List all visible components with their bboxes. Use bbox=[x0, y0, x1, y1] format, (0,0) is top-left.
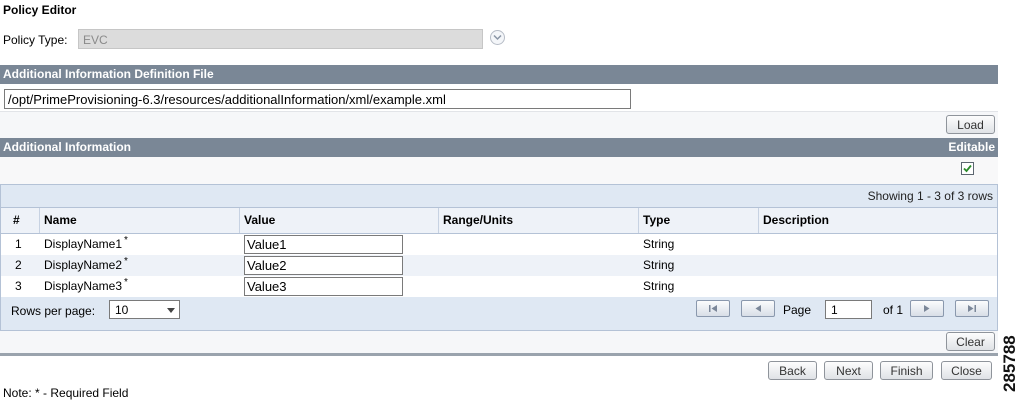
row-number: 2 bbox=[15, 258, 22, 272]
finish-button[interactable]: Finish bbox=[880, 361, 933, 380]
table-header: # Name Value Range/Units Type Descriptio… bbox=[1, 207, 997, 234]
row-count-text: Showing 1 - 3 of 3 rows bbox=[867, 189, 993, 203]
row-range bbox=[439, 255, 443, 276]
page-total-label: of 1 bbox=[883, 303, 904, 317]
row-description bbox=[759, 255, 763, 276]
policy-type-label: Policy Type: bbox=[3, 33, 68, 47]
back-button[interactable]: Back bbox=[768, 361, 817, 380]
row-name-text: DisplayName1 bbox=[44, 237, 123, 251]
column-header-range[interactable]: Range/Units bbox=[439, 208, 639, 233]
editable-checkbox[interactable] bbox=[961, 162, 974, 175]
section-title: Additional Information bbox=[3, 140, 131, 154]
row-name: DisplayName2 * bbox=[40, 255, 128, 276]
next-page-icon bbox=[924, 305, 930, 312]
column-header-name[interactable]: Name bbox=[40, 208, 240, 233]
required-marker: * bbox=[124, 277, 128, 288]
column-header-value[interactable]: Value bbox=[240, 208, 439, 233]
divider bbox=[0, 353, 998, 356]
clear-button[interactable]: Clear bbox=[946, 332, 995, 351]
caret-down-icon bbox=[167, 308, 175, 313]
load-row: Load bbox=[0, 111, 998, 139]
last-page-button[interactable] bbox=[955, 300, 989, 317]
row-type: String bbox=[643, 237, 675, 251]
table-pager: Rows per page: 10 Page of 1 bbox=[1, 293, 997, 330]
close-button[interactable]: Close bbox=[941, 361, 992, 380]
page-number-input[interactable] bbox=[825, 300, 872, 319]
previous-page-button[interactable] bbox=[741, 300, 775, 317]
required-field-note: Note: * - Required Field bbox=[3, 386, 129, 400]
row-type: String bbox=[643, 258, 675, 272]
editable-label: Editable bbox=[948, 140, 995, 154]
row-name-text: DisplayName3 bbox=[44, 279, 123, 293]
rows-per-page-select[interactable]: 10 bbox=[109, 300, 180, 319]
figure-number: 285788 bbox=[1000, 335, 1019, 393]
policy-type-select: EVC bbox=[78, 29, 483, 49]
previous-page-icon bbox=[755, 305, 761, 312]
last-page-icon bbox=[968, 305, 976, 312]
next-button[interactable]: Next bbox=[824, 361, 873, 380]
page-label: Page bbox=[783, 303, 812, 317]
section-header-definition-file: Additional Information Definition File bbox=[0, 65, 998, 84]
row-number: 1 bbox=[15, 237, 22, 251]
column-header-number[interactable]: # bbox=[1, 208, 40, 233]
section-header-additional-info: Additional Information Editable bbox=[0, 138, 998, 157]
rows-per-page-value: 10 bbox=[115, 303, 129, 317]
additional-info-table: Showing 1 - 3 of 3 rows # Name Value Ran… bbox=[0, 184, 998, 331]
next-page-button[interactable] bbox=[910, 300, 944, 317]
check-icon bbox=[963, 164, 972, 173]
table-grid: # Name Value Range/Units Type Descriptio… bbox=[1, 207, 997, 297]
chevron-down-icon[interactable] bbox=[490, 30, 505, 45]
rows-per-page-label: Rows per page: bbox=[11, 304, 96, 318]
value-input[interactable] bbox=[244, 235, 403, 254]
page-title: Policy Editor bbox=[3, 3, 77, 17]
load-button[interactable]: Load bbox=[946, 115, 995, 134]
clear-row: Clear bbox=[0, 331, 998, 353]
row-description bbox=[759, 234, 763, 255]
row-name-text: DisplayName2 bbox=[44, 258, 123, 272]
table-row: 2 DisplayName2* String bbox=[1, 255, 997, 276]
column-header-description[interactable]: Description bbox=[759, 208, 997, 233]
first-page-icon bbox=[709, 305, 717, 312]
row-range bbox=[439, 234, 443, 255]
first-page-button[interactable] bbox=[696, 300, 730, 317]
column-header-type[interactable]: Type bbox=[639, 208, 759, 233]
table-row: 1 DisplayName1* String bbox=[1, 234, 997, 255]
value-input[interactable] bbox=[244, 256, 403, 275]
definition-file-input[interactable] bbox=[4, 89, 631, 109]
row-name: DisplayName1 * bbox=[40, 234, 128, 255]
editable-row bbox=[0, 157, 998, 184]
required-marker: * bbox=[124, 235, 128, 246]
required-marker: * bbox=[124, 256, 128, 267]
